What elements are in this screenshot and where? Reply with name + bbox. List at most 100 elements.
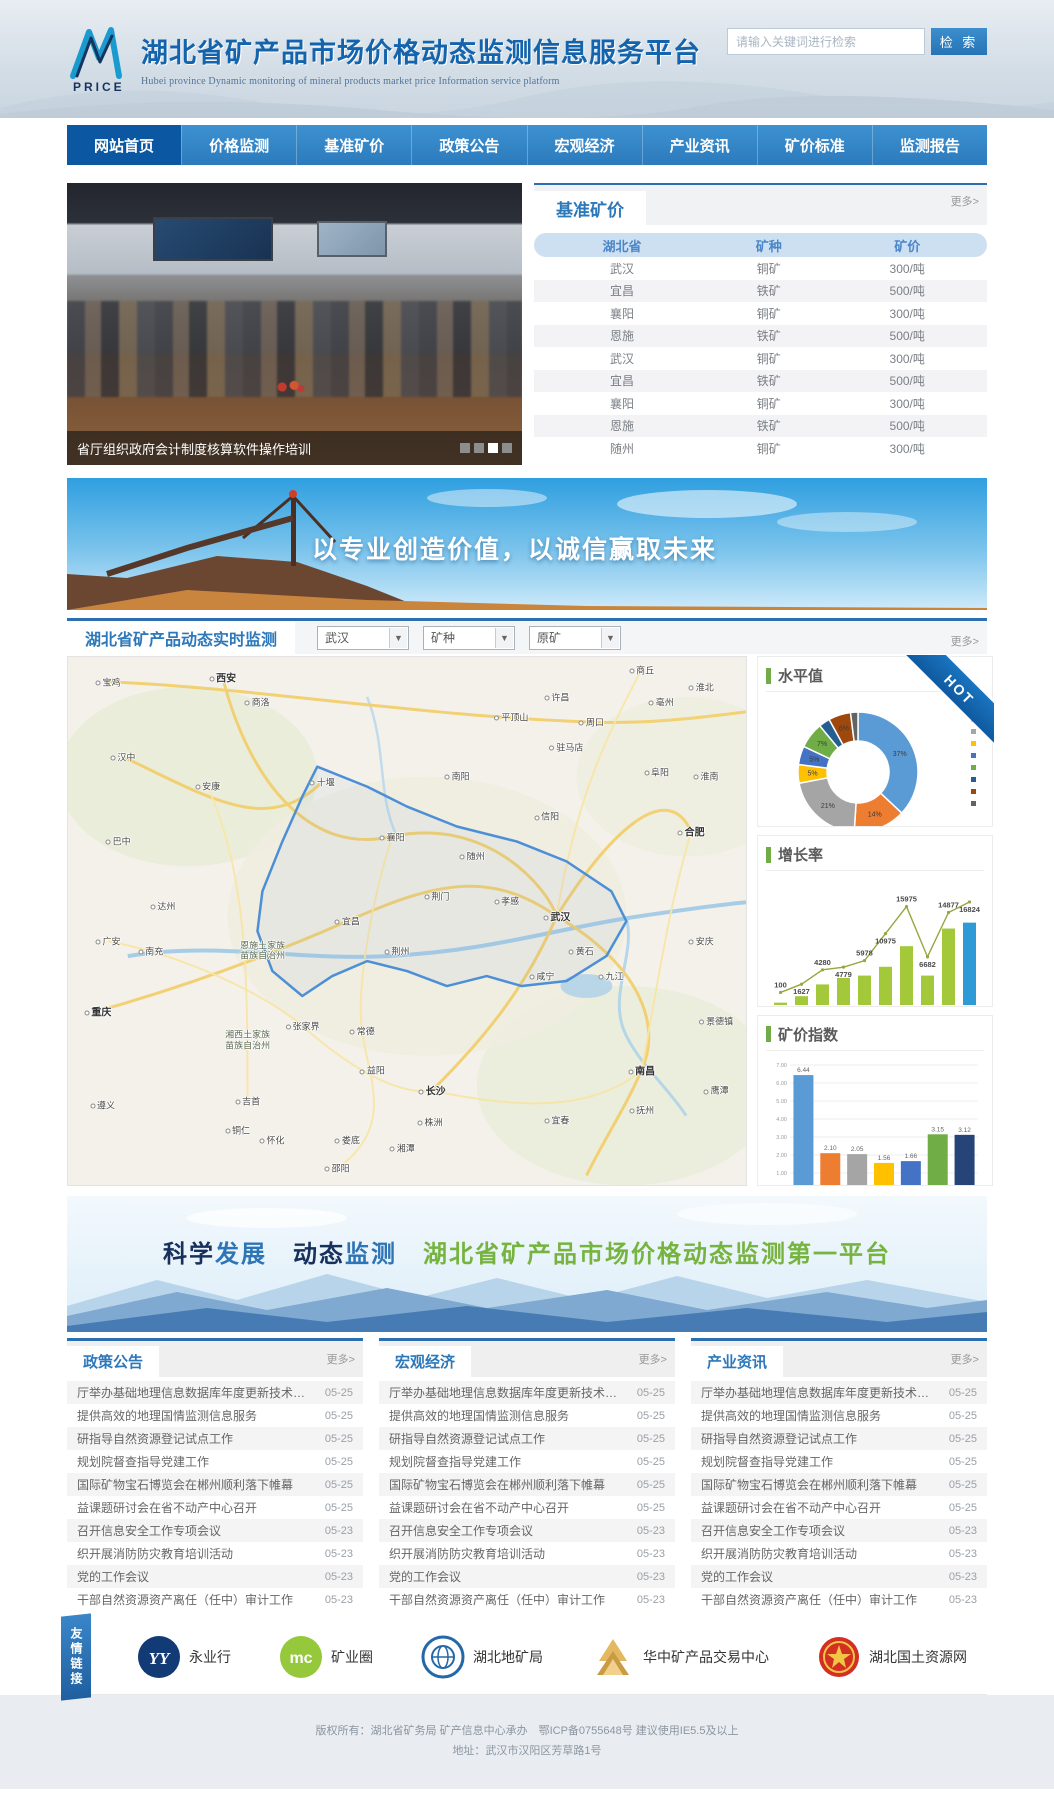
table-row[interactable]: 武汉铜矿300/吨	[534, 347, 987, 370]
map-city-label: 合肥	[678, 824, 705, 839]
news-item[interactable]: 规划院督查指导党建工作05-25	[379, 1450, 675, 1473]
svg-text:6%: 6%	[839, 726, 849, 733]
national-emblem-logo-icon	[817, 1635, 861, 1679]
svg-text:21%: 21%	[821, 803, 835, 810]
news-item[interactable]: 织开展消防防灾教育培训活动05-23	[379, 1542, 675, 1565]
news-section: 政策公告更多> 厅举办基础地理信息数据库年度更新技术培训05-25提供高效的地理…	[67, 1338, 987, 1617]
news-item[interactable]: 党的工作会议05-23	[691, 1565, 987, 1588]
map-city-label: 安庆	[689, 935, 714, 948]
news-item[interactable]: 研指导自然资源登记试点工作05-25	[691, 1427, 987, 1450]
mid-banner: 科学发展动态监测湖北省矿产品市场价格动态监测第一平台	[67, 1196, 987, 1332]
map-city-label: 十堰	[310, 775, 335, 788]
news-item[interactable]: 研指导自然资源登记试点工作05-25	[67, 1427, 363, 1450]
table-row[interactable]: 宜昌铁矿500/吨	[534, 280, 987, 303]
carousel-dot-3[interactable]	[502, 443, 512, 453]
news-item[interactable]: 规划院督查指导党建工作05-25	[67, 1450, 363, 1473]
svg-text:2.00: 2.00	[776, 1153, 787, 1159]
news-item[interactable]: 干部自然资源资产离任（任中）审计工作05-23	[691, 1588, 987, 1611]
price-index-chart-card: 矿价指数 0.001.002.003.004.005.006.007.006.4…	[757, 1015, 993, 1186]
nav-item-4[interactable]: 宏观经济	[527, 125, 642, 165]
nav-item-0[interactable]: 网站首页	[67, 125, 181, 165]
partner-huazhong-exchange[interactable]: 华中矿产品交易中心	[591, 1635, 769, 1679]
news-item[interactable]: 厅举办基础地理信息数据库年度更新技术培训05-25	[691, 1381, 987, 1404]
svg-text:2.10: 2.10	[824, 1145, 837, 1152]
nav-item-5[interactable]: 产业资讯	[642, 125, 757, 165]
nav-item-6[interactable]: 矿价标准	[757, 125, 872, 165]
news-item[interactable]: 织开展消防防灾教育培训活动05-23	[691, 1542, 987, 1565]
news-item[interactable]: 党的工作会议05-23	[67, 1565, 363, 1588]
news-item[interactable]: 干部自然资源资产离任（任中）审计工作05-23	[379, 1588, 675, 1611]
news-item[interactable]: 益课题研讨会在省不动产中心召开05-25	[691, 1496, 987, 1519]
green-bar-icon	[766, 1026, 771, 1042]
news-item[interactable]: 提供高效的地理国情监测信息服务05-25	[379, 1404, 675, 1427]
filter-select-0[interactable]: 武汉▼	[317, 626, 409, 650]
table-row[interactable]: 恩施铁矿500/吨	[534, 325, 987, 348]
table-row[interactable]: 襄阳铜矿300/吨	[534, 302, 987, 325]
news-item[interactable]: 召开信息安全工作专项会议05-23	[67, 1519, 363, 1542]
search-button[interactable]: 检 索	[931, 28, 987, 55]
nav-item-7[interactable]: 监测报告	[872, 125, 987, 165]
news-item[interactable]: 国际矿物宝石博览会在郴州顺利落下帷幕05-25	[691, 1473, 987, 1496]
nav-item-3[interactable]: 政策公告	[411, 125, 526, 165]
table-row[interactable]: 宜昌铁矿500/吨	[534, 370, 987, 393]
svg-text:5%: 5%	[809, 756, 819, 763]
table-row[interactable]: 随州铜矿300/吨	[534, 437, 987, 460]
search-input[interactable]	[727, 28, 925, 55]
carousel-dot-0[interactable]	[460, 443, 470, 453]
map-city-label: 九江	[599, 969, 624, 982]
news-item[interactable]: 召开信息安全工作专项会议05-23	[691, 1519, 987, 1542]
monitor-more-link[interactable]: 更多>	[951, 633, 979, 649]
monitor-bar: 湖北省矿产品动态实时监测 武汉▼矿种▼原矿▼ 更多>	[67, 618, 987, 654]
growth-chart: 7月8月9月10月11月12月1月2月3月4月10016274280477959…	[766, 871, 984, 1006]
nav-item-1[interactable]: 价格监测	[181, 125, 296, 165]
news-item[interactable]: 规划院督查指导党建工作05-25	[691, 1450, 987, 1473]
map-city-label: 黄石	[569, 945, 594, 958]
partner-yongyehang[interactable]: YY 永业行	[137, 1635, 231, 1679]
map-city-label: 周口	[579, 715, 604, 728]
filter-select-1[interactable]: 矿种▼	[423, 626, 515, 650]
svg-text:15975: 15975	[896, 895, 917, 904]
news-item[interactable]: 研指导自然资源登记试点工作05-25	[379, 1427, 675, 1450]
charts-column: HOT 水平值 37%14%21%5%5%7%6% 增长率 7月8月9月10月1…	[757, 656, 993, 1186]
map-city-label: 巴中	[106, 835, 131, 848]
news-item[interactable]: 益课题研讨会在省不动产中心召开05-25	[67, 1496, 363, 1519]
news-item[interactable]: 党的工作会议05-23	[379, 1565, 675, 1588]
news-item[interactable]: 厅举办基础地理信息数据库年度更新技术培训05-25	[67, 1381, 363, 1404]
table-row[interactable]: 武汉铜矿300/吨	[534, 257, 987, 280]
news-item[interactable]: 召开信息安全工作专项会议05-23	[379, 1519, 675, 1542]
benchmark-more-link[interactable]: 更多>	[951, 193, 979, 209]
news-item[interactable]: 厅举办基础地理信息数据库年度更新技术培训05-25	[379, 1381, 675, 1404]
news-item[interactable]: 织开展消防防灾教育培训活动05-23	[67, 1542, 363, 1565]
partner-label: 永业行	[189, 1647, 231, 1667]
filter-select-2[interactable]: 原矿▼	[529, 626, 621, 650]
news-item[interactable]: 提供高效的地理国情监测信息服务05-25	[691, 1404, 987, 1427]
partner-guotu-ziyuan[interactable]: 湖北国土资源网	[817, 1635, 967, 1679]
hero-carousel[interactable]: 省厅组织政府会计制度核算软件操作培训	[67, 183, 522, 465]
news-item[interactable]: 国际矿物宝石博览会在郴州顺利落下帷幕05-25	[67, 1473, 363, 1496]
carousel-dot-1[interactable]	[474, 443, 484, 453]
site-logo[interactable]: PRICE	[67, 24, 131, 94]
map-city-label: 许昌	[544, 690, 569, 703]
map-region-label: 恩施土家族苗族自治州	[240, 941, 285, 962]
hot-ribbon: HOT	[906, 655, 994, 743]
table-header: 矿种	[710, 233, 827, 257]
partner-kuangyequan[interactable]: mc 矿业圈	[279, 1635, 373, 1679]
news-item[interactable]: 提供高效的地理国情监测信息服务05-25	[67, 1404, 363, 1427]
partner-label: 矿业圈	[331, 1647, 373, 1667]
svg-text:6.00: 6.00	[776, 1081, 787, 1087]
news-item[interactable]: 益课题研讨会在省不动产中心召开05-25	[379, 1496, 675, 1519]
news-more-link[interactable]: 更多>	[951, 1351, 979, 1367]
province-map[interactable]: 宝鸡西安商洛商丘许昌淮北亳州平顶山周口汉中驻马店阜阳淮南安康十堰南阳信阳合肥襄阳…	[67, 656, 747, 1186]
news-item[interactable]: 国际矿物宝石博览会在郴州顺利落下帷幕05-25	[379, 1473, 675, 1496]
svg-text:100: 100	[774, 981, 787, 990]
news-more-link[interactable]: 更多>	[327, 1351, 355, 1367]
table-row[interactable]: 恩施铁矿500/吨	[534, 415, 987, 438]
svg-text:1.00: 1.00	[776, 1171, 787, 1177]
nav-item-2[interactable]: 基准矿价	[296, 125, 411, 165]
news-item[interactable]: 干部自然资源资产离任（任中）审计工作05-23	[67, 1588, 363, 1611]
svg-text:5978: 5978	[856, 949, 873, 958]
table-row[interactable]: 襄阳铜矿300/吨	[534, 392, 987, 415]
carousel-dot-2[interactable]	[488, 443, 498, 453]
partner-dikuangju[interactable]: 湖北地矿局	[421, 1635, 543, 1679]
news-more-link[interactable]: 更多>	[639, 1351, 667, 1367]
